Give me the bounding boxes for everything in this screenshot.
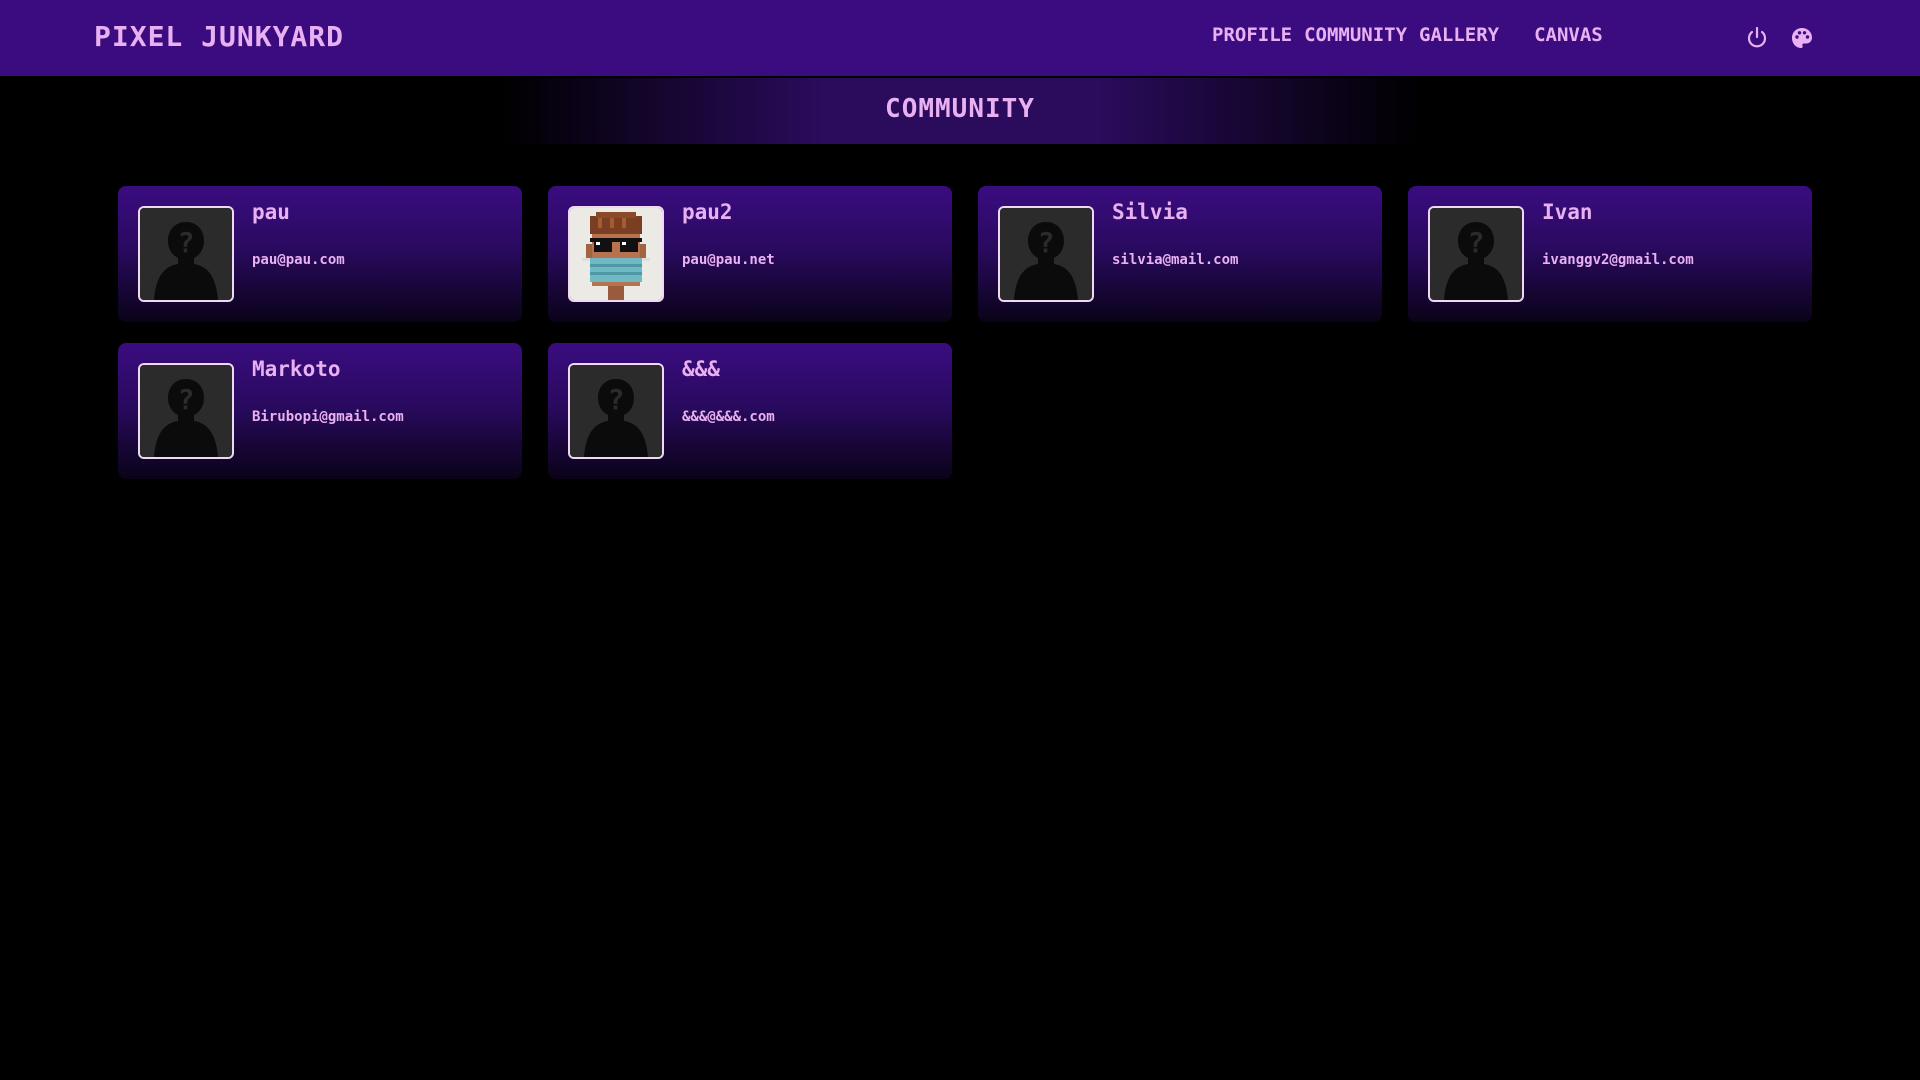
user-name: Markoto — [252, 357, 341, 381]
top-navbar: PIXEL JUNKYARD PROFILE COMMUNITY GALLERY… — [0, 0, 1920, 76]
user-email: pau@pau.net — [682, 252, 775, 268]
svg-text:?: ? — [608, 383, 625, 416]
avatar-placeholder: ? — [138, 206, 234, 302]
svg-text:?: ? — [1038, 226, 1055, 259]
nav-link-profile[interactable]: PROFILE — [1212, 24, 1292, 46]
user-email: ivanggv2@gmail.com — [1542, 252, 1694, 268]
user-card[interactable]: ? &&& &&&@&&&.com — [548, 343, 952, 479]
user-email: Birubopi@gmail.com — [252, 409, 404, 425]
page-title: COMMUNITY — [885, 94, 1035, 124]
avatar-placeholder: ? — [568, 363, 664, 459]
user-name: &&& — [682, 357, 720, 381]
user-email: silvia@mail.com — [1112, 252, 1239, 268]
user-name: Ivan — [1542, 200, 1593, 224]
svg-text:?: ? — [1468, 226, 1485, 259]
user-card[interactable]: ? Silvia silvia@mail.com — [978, 186, 1382, 322]
avatar-pixel-face — [568, 206, 664, 302]
svg-text:?: ? — [178, 383, 195, 416]
user-card[interactable]: ? pau pau@pau.com — [118, 186, 522, 322]
user-email: &&&@&&&.com — [682, 409, 775, 425]
nav-links: PROFILE COMMUNITY GALLERY CANVAS — [1212, 24, 1603, 46]
nav-link-gallery[interactable]: GALLERY — [1419, 24, 1499, 46]
nav-link-community[interactable]: COMMUNITY — [1304, 24, 1407, 46]
nav-link-canvas[interactable]: CANVAS — [1534, 24, 1603, 46]
palette-icon[interactable] — [1790, 26, 1814, 50]
user-name: pau2 — [682, 200, 733, 224]
user-name: pau — [252, 200, 290, 224]
section-header: COMMUNITY — [500, 78, 1420, 144]
app-logo-title[interactable]: PIXEL JUNKYARD — [94, 20, 344, 53]
user-card[interactable]: ? Ivan ivanggv2@gmail.com — [1408, 186, 1812, 322]
svg-text:?: ? — [178, 226, 195, 259]
user-name: Silvia — [1112, 200, 1188, 224]
avatar-placeholder: ? — [138, 363, 234, 459]
avatar-placeholder: ? — [1428, 206, 1524, 302]
user-card[interactable]: pau2 pau@pau.net — [548, 186, 952, 322]
user-card[interactable]: ? Markoto Birubopi@gmail.com — [118, 343, 522, 479]
avatar-placeholder: ? — [998, 206, 1094, 302]
user-email: pau@pau.com — [252, 252, 345, 268]
power-icon[interactable] — [1745, 26, 1769, 50]
